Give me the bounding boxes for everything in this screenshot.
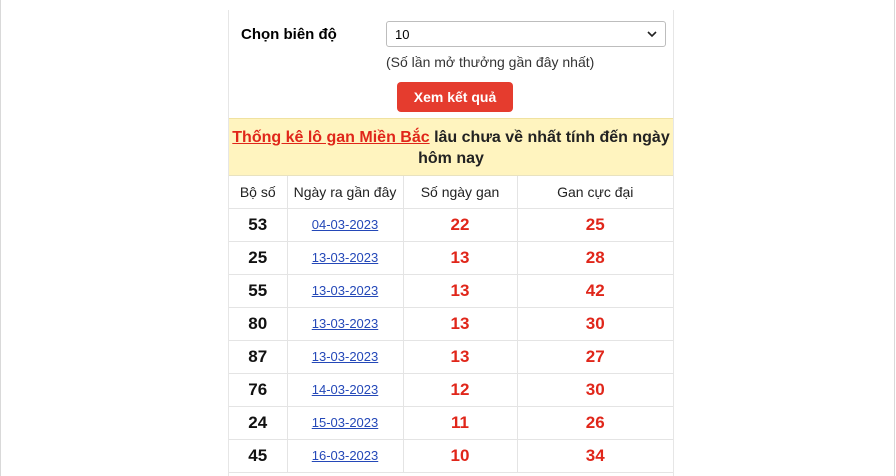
- cell-max: 26: [516, 406, 673, 440]
- cell-date-link[interactable]: 13-03-2023: [312, 316, 379, 331]
- cell-date-link[interactable]: 13-03-2023: [312, 349, 379, 364]
- range-select-value: 10: [395, 26, 410, 42]
- cell-number: 76: [229, 373, 287, 407]
- stats-banner-text: lâu chưa về nhất tính đến ngày hôm nay: [418, 129, 670, 167]
- cell-max: 28: [516, 241, 673, 275]
- range-select[interactable]: 10: [386, 21, 666, 47]
- cell-days: 13: [402, 307, 517, 341]
- range-form: Chọn biên độ 10 (Số lần mở thưởng gần đâ…: [229, 10, 673, 118]
- right-frame-border: [894, 0, 895, 476]
- header-so-ngay-gan: Số ngày gan: [402, 176, 517, 209]
- table-row: 24 15-03-2023 11 26: [229, 406, 673, 440]
- cell-days: 22: [402, 208, 517, 242]
- header-ngay-ra: Ngày ra gần đây: [286, 176, 403, 209]
- cell-max: 25: [516, 208, 673, 242]
- header-bo-so: Bộ số: [229, 176, 287, 209]
- table-row: 55 13-03-2023 13 42: [229, 274, 673, 308]
- range-hint: (Số lần mở thưởng gần đây nhất): [386, 54, 595, 70]
- header-gan-cuc-dai: Gan cực đại: [516, 176, 673, 209]
- view-results-button[interactable]: Xem kết quả: [397, 82, 513, 112]
- cell-number: 53: [229, 208, 287, 242]
- table-header-row: Bộ số Ngày ra gần đây Số ngày gan Gan cự…: [229, 176, 673, 209]
- cell-date-link[interactable]: 13-03-2023: [312, 283, 379, 298]
- table-row: 25 13-03-2023 13 28: [229, 241, 673, 275]
- cell-days: 13: [402, 274, 517, 308]
- table-row: 53 04-03-2023 22 25: [229, 208, 673, 242]
- cell-number: 55: [229, 274, 287, 308]
- cell-days: 11: [402, 406, 517, 440]
- range-label: Chọn biên độ: [241, 26, 337, 43]
- cell-date-link[interactable]: 14-03-2023: [312, 382, 379, 397]
- lo-gan-panel: Chọn biên độ 10 (Số lần mở thưởng gần đâ…: [228, 10, 674, 476]
- cell-days: 13: [402, 340, 517, 374]
- cell-date-link[interactable]: 13-03-2023: [312, 250, 379, 265]
- chevron-down-icon: [647, 31, 657, 38]
- cell-number: 25: [229, 241, 287, 275]
- cell-max: 27: [516, 340, 673, 374]
- cell-max: 42: [516, 274, 673, 308]
- cell-date-link[interactable]: 16-03-2023: [312, 448, 379, 463]
- cell-max: 30: [516, 307, 673, 341]
- stats-banner-link[interactable]: Thống kê lô gan Miền Bắc: [232, 129, 429, 146]
- cell-number: 24: [229, 406, 287, 440]
- cell-number: 80: [229, 307, 287, 341]
- cell-days: 10: [402, 439, 517, 473]
- table-row: 80 13-03-2023 13 30: [229, 307, 673, 341]
- table-row: 45 16-03-2023 10 34: [229, 439, 673, 473]
- cell-days: 12: [402, 373, 517, 407]
- cell-days: 13: [402, 241, 517, 275]
- cell-number: 45: [229, 439, 287, 473]
- left-frame-border: [0, 0, 1, 476]
- table-row: 76 14-03-2023 12 30: [229, 373, 673, 407]
- cell-max: 30: [516, 373, 673, 407]
- cell-number: 87: [229, 340, 287, 374]
- cell-max: 34: [516, 439, 673, 473]
- cell-date-link[interactable]: 04-03-2023: [312, 217, 379, 232]
- table-row: 87 13-03-2023 13 27: [229, 340, 673, 374]
- stats-banner: Thống kê lô gan Miền Bắc lâu chưa về nhấ…: [229, 118, 673, 176]
- cell-date-link[interactable]: 15-03-2023: [312, 415, 379, 430]
- lo-gan-table: Bộ số Ngày ra gần đây Số ngày gan Gan cự…: [229, 176, 673, 473]
